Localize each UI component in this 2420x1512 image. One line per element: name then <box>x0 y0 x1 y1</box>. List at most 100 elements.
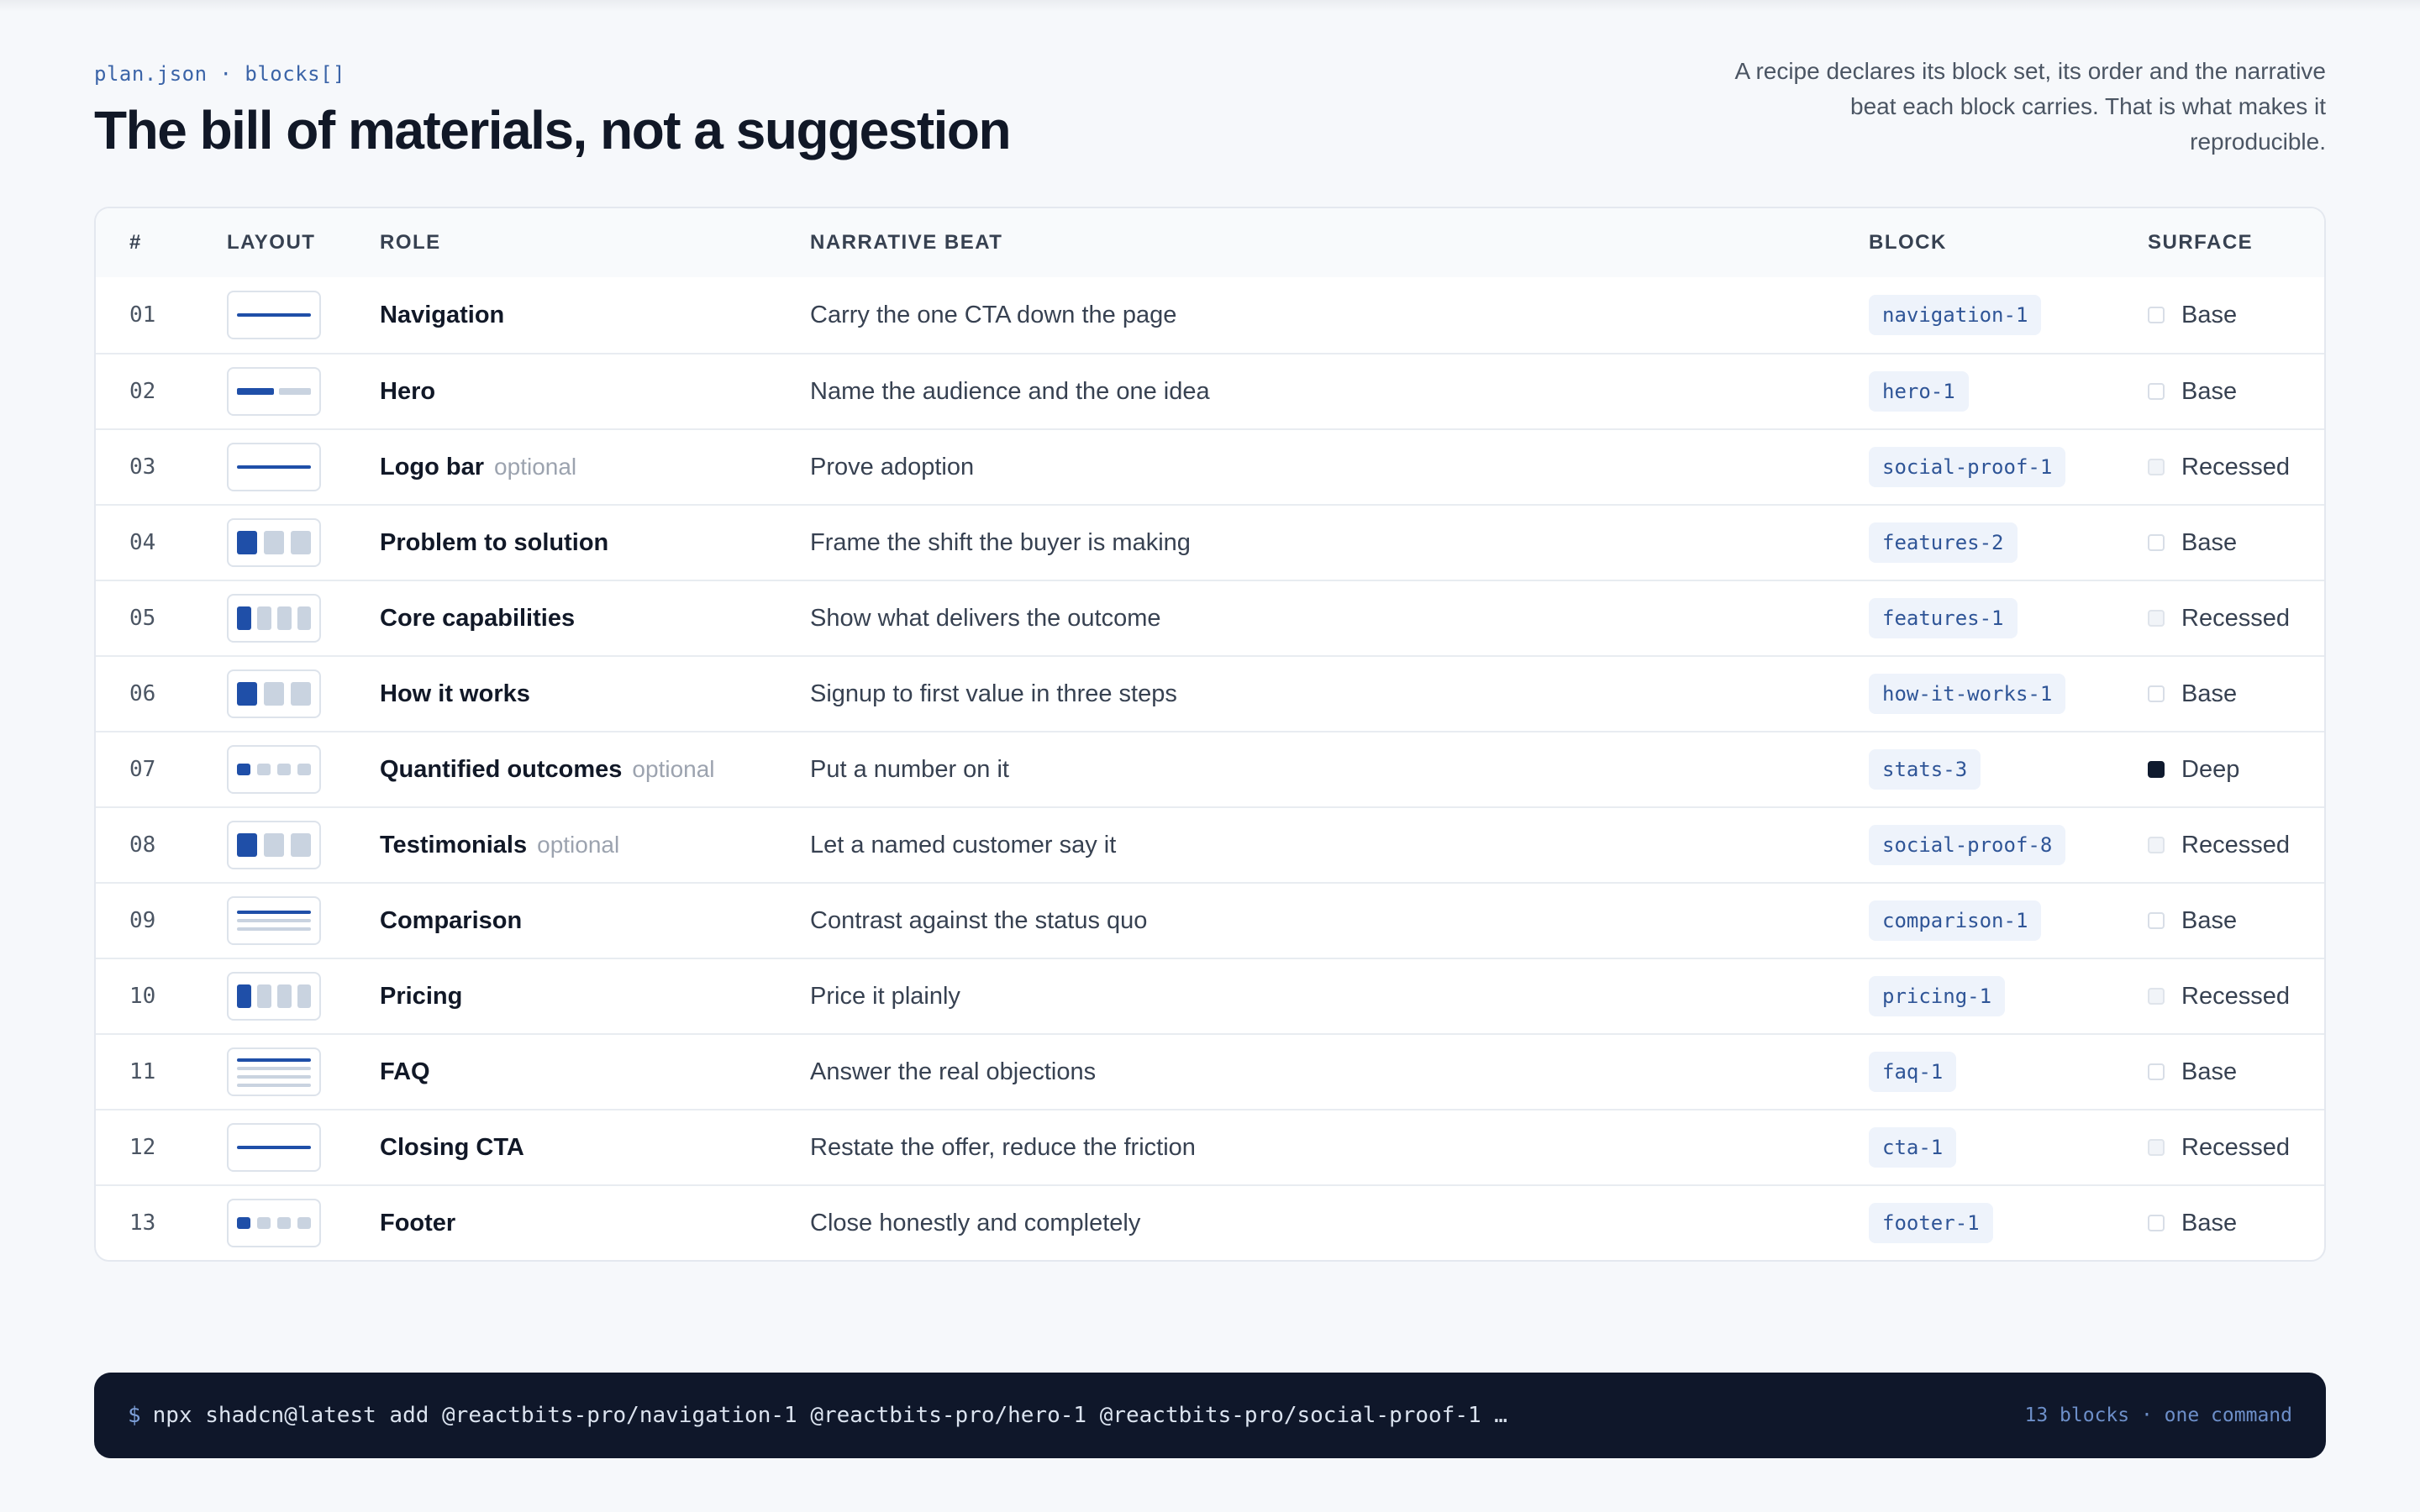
surface-swatch-icon <box>2148 837 2165 853</box>
role-name: Pricing <box>380 982 463 1010</box>
narrative-beat-cell: Name the audience and the one idea <box>810 354 1210 428</box>
row-number: 07 <box>129 757 156 782</box>
block-id-tag[interactable]: stats-3 <box>1869 749 1981 790</box>
narrative-beat-cell: Signup to first value in three steps <box>810 657 1177 731</box>
block-id-tag[interactable]: social-proof-1 <box>1869 447 2066 487</box>
block-id-tag[interactable]: faq-1 <box>1869 1052 1957 1092</box>
block-id-tag[interactable]: features-2 <box>1869 522 2018 563</box>
row-number-cell: 05 <box>129 581 155 655</box>
block-id-tag[interactable]: features-1 <box>1869 598 2018 638</box>
column-header-number: # <box>129 231 142 254</box>
narrative-beat: Contrast against the status quo <box>810 906 1148 934</box>
layout-cell <box>227 430 321 504</box>
role-name: Core capabilities <box>380 604 576 632</box>
table-row[interactable]: 02 Hero Name the audience and the one idea… <box>96 353 2324 428</box>
layout-thumbnail <box>227 291 321 339</box>
table-row[interactable]: 05 Core capabilities Show what delivers th… <box>96 580 2324 655</box>
command-bar[interactable]: $ npx shadcn@latest add @reactbits-pro/n… <box>94 1373 2326 1458</box>
role-cell: Pricing <box>380 959 462 1033</box>
surface-swatch-icon <box>2148 988 2165 1005</box>
row-number: 12 <box>129 1135 156 1160</box>
table-row[interactable]: 08 Testimonials optional Let a named custom… <box>96 806 2324 882</box>
narrative-beat: Put a number on it <box>810 755 1009 783</box>
blocks-table: # LAYOUT ROLE NARRATIVE BEAT BLOCK SURFA… <box>94 207 2326 1262</box>
row-number: 11 <box>129 1059 156 1084</box>
optional-tag: optional <box>537 832 620 858</box>
layout-cell <box>227 277 321 353</box>
row-number: 09 <box>129 908 156 933</box>
row-number: 10 <box>129 984 156 1009</box>
table-row[interactable]: 13 Footer Close honestly and completely foo… <box>96 1184 2324 1260</box>
layout-cell <box>227 657 321 731</box>
narrative-beat-cell: Contrast against the status quo <box>810 884 1147 958</box>
surface-cell: Base <box>2148 277 2237 353</box>
layout-thumbnail <box>227 821 321 869</box>
block-id-tag[interactable]: how-it-works-1 <box>1869 674 2066 714</box>
optional-tag: optional <box>494 454 577 480</box>
surface-swatch-icon <box>2148 534 2165 551</box>
layout-cell <box>227 959 321 1033</box>
row-number-cell: 01 <box>129 277 155 353</box>
layout-thumbnail <box>227 972 321 1021</box>
block-cell: comparison-1 <box>1869 884 2042 958</box>
row-number-cell: 07 <box>129 732 155 806</box>
block-cell: features-2 <box>1869 506 2018 580</box>
page: plan.json · blocks[] The bill of materia… <box>94 0 2326 1512</box>
surface-label: Deep <box>2181 755 2240 783</box>
surface-label: Recessed <box>2181 1133 2290 1161</box>
narrative-beat: Answer the real objections <box>810 1058 1097 1085</box>
block-id-tag[interactable]: hero-1 <box>1869 371 1969 412</box>
row-number-cell: 13 <box>129 1186 155 1260</box>
table-row[interactable]: 11 FAQ Answer the real objections faq-1 Base <box>96 1033 2324 1109</box>
block-id-tag[interactable]: footer-1 <box>1869 1203 1993 1243</box>
block-id-tag[interactable]: navigation-1 <box>1869 295 2042 335</box>
row-number-cell: 06 <box>129 657 155 731</box>
role-cell: Closing CTA <box>380 1110 524 1184</box>
block-id-tag[interactable]: comparison-1 <box>1869 900 2042 941</box>
page-title: The bill of materials, not a suggestion <box>94 100 1012 160</box>
table-row[interactable]: 10 Pricing Price it plainly pricing-1 Recess… <box>96 958 2324 1033</box>
surface-cell: Recessed <box>2148 808 2290 882</box>
column-header-narrative-beat: NARRATIVE BEAT <box>810 231 1003 254</box>
table-row[interactable]: 12 Closing CTA Restate the offer, reduce t… <box>96 1109 2324 1184</box>
narrative-beat: Show what delivers the outcome <box>810 604 1161 632</box>
command-meta: 13 blocks · one command <box>2024 1404 2293 1426</box>
row-number: 01 <box>129 302 156 328</box>
layout-thumbnail <box>227 1199 321 1247</box>
block-cell: hero-1 <box>1869 354 1969 428</box>
layout-thumbnail <box>227 518 321 567</box>
surface-cell: Base <box>2148 354 2237 428</box>
layout-thumbnail <box>227 669 321 718</box>
install-command[interactable]: npx shadcn@latest add @reactbits-pro/nav… <box>153 1403 1507 1428</box>
role-name: Problem to solution <box>380 528 609 556</box>
role-cell: Testimonials optional <box>380 808 619 882</box>
table-row[interactable]: 03 Logo bar optional Prove adoption social-p… <box>96 428 2324 504</box>
row-number: 03 <box>129 454 156 480</box>
narrative-beat-cell: Prove adoption <box>810 430 974 504</box>
role-name: Navigation <box>380 301 505 328</box>
row-number-cell: 02 <box>129 354 155 428</box>
layout-thumbnail <box>227 896 321 945</box>
narrative-beat: Signup to first value in three steps <box>810 680 1177 707</box>
surface-cell: Base <box>2148 1035 2237 1109</box>
table-row[interactable]: 07 Quantified outcomes optional Put a numbe… <box>96 731 2324 806</box>
surface-cell: Recessed <box>2148 581 2290 655</box>
block-id-tag[interactable]: pricing-1 <box>1869 976 2006 1016</box>
layout-thumbnail <box>227 367 321 416</box>
surface-swatch-icon <box>2148 307 2165 323</box>
table-row[interactable]: 06 How it works Signup to first value in t… <box>96 655 2324 731</box>
narrative-beat-cell: Frame the shift the buyer is making <box>810 506 1191 580</box>
layout-cell <box>227 506 321 580</box>
role-name: Footer <box>380 1209 456 1236</box>
table-row[interactable]: 04 Problem to solution Frame the shift the… <box>96 504 2324 580</box>
row-number-cell: 10 <box>129 959 155 1033</box>
table-row[interactable]: 09 Comparison Contrast against the status … <box>96 882 2324 958</box>
role-cell: Problem to solution <box>380 506 608 580</box>
row-number: 06 <box>129 681 156 706</box>
table-row[interactable]: 01 Navigation Carry the one CTA down the p… <box>96 277 2324 353</box>
block-id-tag[interactable]: social-proof-8 <box>1869 825 2066 865</box>
block-cell: cta-1 <box>1869 1110 1957 1184</box>
block-id-tag[interactable]: cta-1 <box>1869 1127 1957 1168</box>
surface-cell: Base <box>2148 884 2237 958</box>
optional-tag: optional <box>632 756 715 782</box>
